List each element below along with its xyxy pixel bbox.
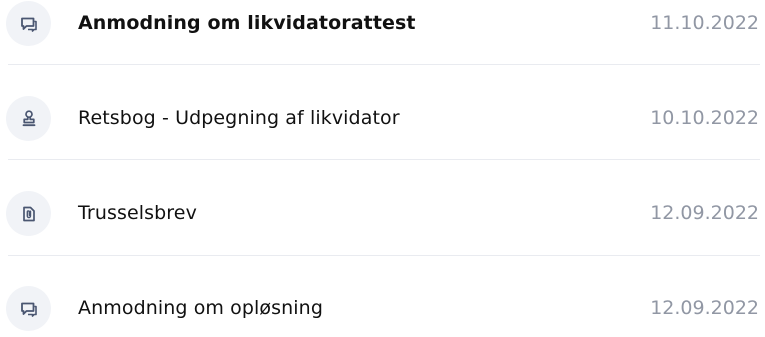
list-item-retsbog-udpegning-af-likvidator[interactable]: Retsbog - Udpegning af likvidator 10.10.… [0,91,765,147]
document-title: Trusselsbrev [78,202,197,224]
list-divider [8,64,760,65]
document-date: 11.10.2022 [650,12,759,34]
chat-icon [6,286,51,331]
list-item-anmodning-om-oplosning[interactable]: Anmodning om opløsning 12.09.2022 [0,281,765,337]
chat-icon [6,1,51,46]
document-date: 10.10.2022 [650,107,759,129]
list-item-anmodning-om-likvidatorattest[interactable]: Anmodning om likvidatorattest 11.10.2022 [0,0,765,52]
list-item-trusselsbrev[interactable]: Trusselsbrev 12.09.2022 [0,186,765,242]
document-title: Anmodning om likvidatorattest [78,12,416,34]
stamp-icon [6,96,51,141]
document-date: 12.09.2022 [650,202,759,224]
document-date: 12.09.2022 [650,297,759,319]
list-divider [8,255,760,256]
list-divider [8,159,760,160]
attachment-icon [6,191,51,236]
document-title: Anmodning om opløsning [78,297,323,319]
document-title: Retsbog - Udpegning af likvidator [78,107,400,129]
document-list: Anmodning om likvidatorattest 11.10.2022… [0,0,765,331]
